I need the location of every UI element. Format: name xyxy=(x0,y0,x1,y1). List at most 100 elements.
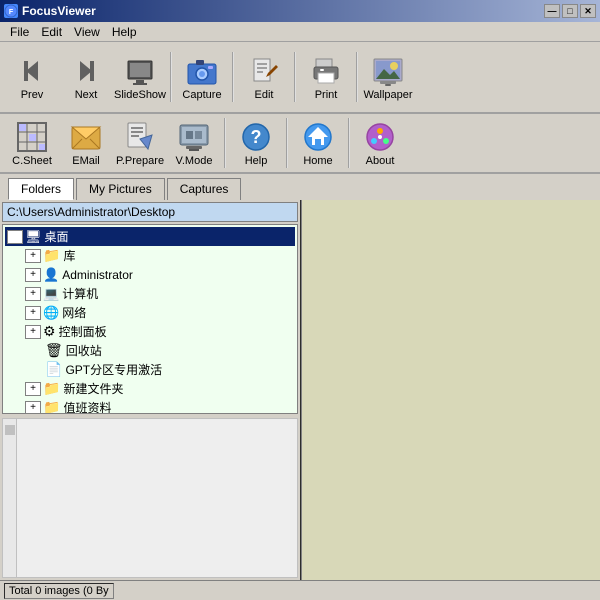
toolbar-divider-5 xyxy=(224,118,226,168)
computer-icon xyxy=(43,285,59,302)
slideshow-icon xyxy=(122,53,158,89)
email-button[interactable]: EMail xyxy=(60,113,112,173)
expander-network[interactable]: + xyxy=(25,306,41,320)
admin-icon xyxy=(43,266,59,283)
tab-folders[interactable]: Folders xyxy=(8,178,74,200)
preview-strip xyxy=(3,419,17,577)
status-text: Total 0 images (0 By xyxy=(4,583,114,599)
expander-admin[interactable]: + xyxy=(25,268,41,282)
gpt-icon: 📄 xyxy=(45,361,62,378)
tree-item-computer[interactable]: + 计算机 xyxy=(5,284,295,303)
toolbar-divider-4 xyxy=(356,52,358,102)
expander-desktop[interactable]: − xyxy=(7,230,23,244)
tree-item-network[interactable]: + 网络 xyxy=(5,303,295,322)
menu-edit[interactable]: Edit xyxy=(35,23,68,41)
close-button[interactable]: ✕ xyxy=(580,4,596,18)
tree-label-recycle: 回收站 xyxy=(66,342,102,359)
network-icon xyxy=(43,304,59,321)
tree-label-network: 网络 xyxy=(62,304,86,321)
tree-label-control: 控制面板 xyxy=(59,323,107,340)
menu-view[interactable]: View xyxy=(68,23,106,41)
tree-label-gpt: GPT分区专用激活 xyxy=(65,361,162,378)
expander-zhibandata[interactable]: + xyxy=(25,401,41,415)
home-button[interactable]: Home xyxy=(292,113,344,173)
title-left: F FocusViewer xyxy=(4,4,96,18)
content-wrapper: Folders My Pictures Captures C:\Users\Ad… xyxy=(0,174,600,580)
menu-bar: File Edit View Help xyxy=(0,22,600,42)
tree-label-ku: 库 xyxy=(63,247,75,264)
file-tree[interactable]: − 桌面 + 📁 库 + Administrator xyxy=(2,224,298,414)
print-button[interactable]: Print xyxy=(300,47,352,107)
tree-item-zhibandata[interactable]: + 📁 值班资料 xyxy=(5,398,295,414)
csheet-button[interactable]: C.Sheet xyxy=(6,113,58,173)
vmode-icon xyxy=(176,119,212,155)
pprepare-icon xyxy=(122,119,158,155)
right-preview-panel xyxy=(302,200,600,580)
tree-label-admin: Administrator xyxy=(62,268,133,282)
expander-newfolder[interactable]: + xyxy=(25,382,41,396)
tree-label-zhibandata: 值班资料 xyxy=(63,399,111,414)
next-button[interactable]: Next xyxy=(60,47,112,107)
tree-label-newfolder: 新建文件夹 xyxy=(63,380,123,397)
toolbar-divider-1 xyxy=(170,52,172,102)
app-icon: F xyxy=(4,4,18,18)
tree-item-newfolder[interactable]: + 📁 新建文件夹 xyxy=(5,379,295,398)
edit-icon xyxy=(246,53,282,89)
svg-text:?: ? xyxy=(251,127,262,147)
tree-item-gpt[interactable]: 📄 GPT分区专用激活 xyxy=(5,360,295,379)
toolbar-divider-6 xyxy=(286,118,288,168)
prev-icon xyxy=(14,53,50,89)
window-title: FocusViewer xyxy=(22,4,96,18)
toolbar-divider-7 xyxy=(348,118,350,168)
menu-file[interactable]: File xyxy=(4,23,35,41)
path-bar: C:\Users\Administrator\Desktop xyxy=(2,202,298,222)
control-icon: ⚙ xyxy=(43,323,56,340)
status-bar: Total 0 images (0 By xyxy=(0,580,600,600)
slideshow-button[interactable]: SlideShow xyxy=(114,47,166,107)
help-icon: ? xyxy=(238,119,274,155)
zhibandata-icon: 📁 xyxy=(43,399,60,414)
wallpaper-button[interactable]: Wallpaper xyxy=(362,47,414,107)
minimize-button[interactable]: — xyxy=(544,4,560,18)
ku-icon: 📁 xyxy=(43,247,60,264)
newfolder-icon: 📁 xyxy=(43,380,60,397)
strip-indicator xyxy=(5,425,15,435)
toolbar-divider-2 xyxy=(232,52,234,102)
capture-icon xyxy=(184,53,220,89)
vmode-button[interactable]: V.Mode xyxy=(168,113,220,173)
toolbar-1: Prev Next SlideShow xyxy=(0,42,600,114)
recycle-icon: 🗑 xyxy=(45,342,63,359)
expander-computer[interactable]: + xyxy=(25,287,41,301)
menu-help[interactable]: Help xyxy=(106,23,143,41)
tree-item-control[interactable]: + ⚙ 控制面板 xyxy=(5,322,295,341)
left-section: C:\Users\Administrator\Desktop − 桌面 + 📁 … xyxy=(0,200,302,580)
pprepare-button[interactable]: P.Prepare xyxy=(114,113,166,173)
panel-area: C:\Users\Administrator\Desktop − 桌面 + 📁 … xyxy=(0,200,600,580)
prev-button[interactable]: Prev xyxy=(6,47,58,107)
tab-captures[interactable]: Captures xyxy=(167,178,242,200)
capture-button[interactable]: Capture xyxy=(176,47,228,107)
tree-item-desktop[interactable]: − 桌面 xyxy=(5,227,295,246)
next-icon xyxy=(68,53,104,89)
desktop-icon xyxy=(25,228,42,245)
about-button[interactable]: About xyxy=(354,113,406,173)
expander-control[interactable]: + xyxy=(25,325,41,339)
title-controls: — □ ✕ xyxy=(544,4,596,18)
home-icon xyxy=(300,119,336,155)
help-button[interactable]: ? Help xyxy=(230,113,282,173)
maximize-button[interactable]: □ xyxy=(562,4,578,18)
svg-text:F: F xyxy=(9,9,14,16)
thumbnail-area xyxy=(17,419,297,577)
tree-label-computer: 计算机 xyxy=(62,285,98,302)
edit-button[interactable]: Edit xyxy=(238,47,290,107)
email-icon xyxy=(68,119,104,155)
toolbar-divider-3 xyxy=(294,52,296,102)
tab-my-pictures[interactable]: My Pictures xyxy=(76,178,165,200)
tree-item-recycle[interactable]: 🗑 回收站 xyxy=(5,341,295,360)
wallpaper-icon xyxy=(370,53,406,89)
tree-item-admin[interactable]: + Administrator xyxy=(5,265,295,284)
tree-item-ku[interactable]: + 📁 库 xyxy=(5,246,295,265)
left-thumbnail-panel xyxy=(2,418,298,578)
about-icon xyxy=(362,119,398,155)
expander-ku[interactable]: + xyxy=(25,249,41,263)
